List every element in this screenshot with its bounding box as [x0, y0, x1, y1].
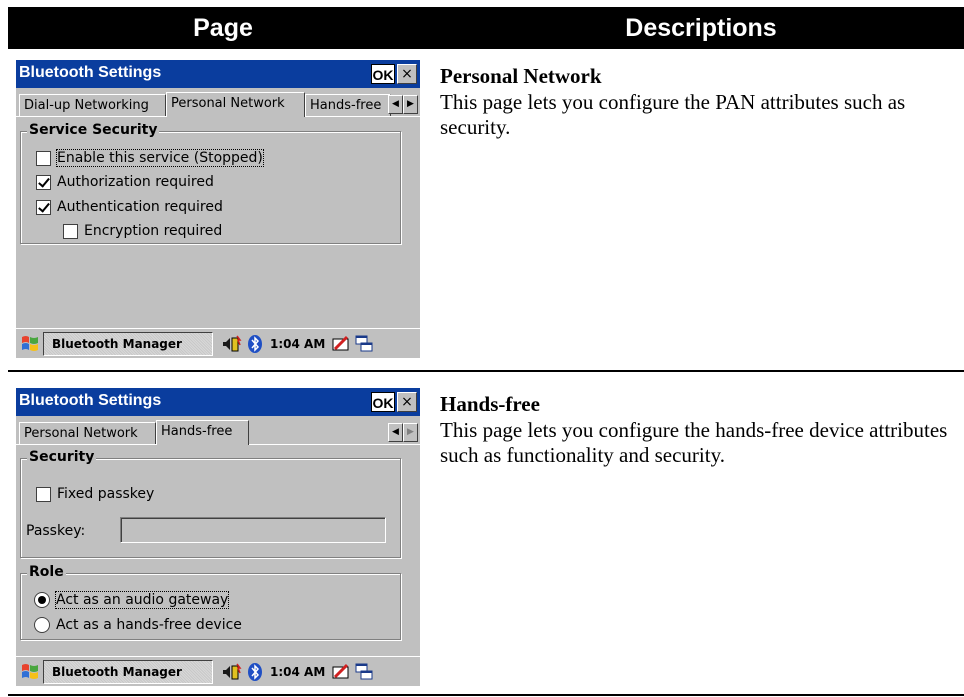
- system-tray: 1:04 AM: [222, 333, 377, 355]
- taskbar-app-button[interactable]: Bluetooth Manager: [43, 660, 213, 684]
- authorization-label: Authorization required: [57, 174, 214, 190]
- screenshot-hands-free: Bluetooth Settings OK × Personal Network…: [16, 388, 420, 686]
- encryption-checkbox[interactable]: [63, 223, 78, 239]
- ok-button[interactable]: OK: [371, 392, 395, 412]
- screenshot-personal-network: Bluetooth Settings OK × Dial-up Networki…: [16, 60, 420, 358]
- fixed-passkey-label: Fixed passkey: [57, 486, 155, 502]
- tab-dialup-networking[interactable]: Dial-up Networking: [19, 94, 166, 116]
- clock[interactable]: 1:04 AM: [270, 337, 325, 351]
- passkey-input[interactable]: [120, 517, 386, 543]
- volume-battery-icon[interactable]: [222, 334, 242, 354]
- fixed-passkey-checkbox[interactable]: [36, 486, 51, 502]
- row-description-hands-free: This page lets you configure the hands-f…: [440, 418, 948, 467]
- tab-personal-network[interactable]: Personal Network: [166, 92, 305, 117]
- close-button[interactable]: ×: [397, 392, 417, 412]
- window-titlebar: Bluetooth Settings OK ×: [16, 60, 420, 88]
- column-header-page: Page: [193, 14, 253, 42]
- audio-gateway-radio-row[interactable]: Act as an audio gateway: [34, 590, 230, 610]
- input-panel-icon[interactable]: [331, 334, 351, 354]
- close-button[interactable]: ×: [397, 64, 417, 84]
- tab-hands-free[interactable]: Hands-free: [156, 420, 249, 445]
- tab-personal-network[interactable]: Personal Network: [19, 422, 156, 444]
- authorization-checkbox[interactable]: [36, 174, 51, 190]
- security-group: Security: [20, 448, 401, 558]
- clock[interactable]: 1:04 AM: [270, 665, 325, 679]
- row-title-personal-network: Personal Network: [440, 64, 602, 88]
- row-description-personal-network: This page lets you configure the PAN att…: [440, 90, 906, 139]
- passkey-label: Passkey:: [26, 523, 86, 539]
- authentication-checkbox-row[interactable]: Authentication required: [36, 197, 223, 217]
- tab-scroll-buttons: ◀ ▶: [388, 95, 418, 114]
- hands-free-device-radio-row[interactable]: Act as a hands-free device: [34, 615, 242, 635]
- authentication-label: Authentication required: [57, 199, 223, 215]
- window-title: Bluetooth Settings: [19, 392, 162, 409]
- tab-scroll-right-icon[interactable]: ▶: [403, 95, 418, 114]
- window-title: Bluetooth Settings: [19, 64, 162, 81]
- start-flag-icon[interactable]: [19, 333, 41, 355]
- hands-free-device-radio[interactable]: [34, 617, 50, 633]
- tab-hands-free[interactable]: Hands-free: [305, 94, 391, 116]
- start-flag-icon[interactable]: [19, 661, 41, 683]
- input-panel-icon[interactable]: [331, 662, 351, 682]
- bluetooth-icon[interactable]: [245, 662, 265, 682]
- fixed-passkey-checkbox-row[interactable]: Fixed passkey: [36, 484, 154, 504]
- row-title-hands-free: Hands-free: [440, 392, 540, 416]
- ok-button[interactable]: OK: [371, 64, 395, 84]
- tab-scroll-left-icon[interactable]: ◀: [388, 95, 403, 114]
- tab-scroll-left-icon[interactable]: ◀: [388, 423, 403, 442]
- system-tray: 1:04 AM: [222, 661, 377, 683]
- audio-gateway-radio[interactable]: [34, 592, 50, 608]
- group-label: Security: [27, 448, 97, 466]
- window-switch-icon[interactable]: [354, 334, 374, 354]
- enable-service-label: Enable this service (Stopped): [56, 149, 264, 167]
- taskbar: Bluetooth Manager 1:04 AM: [16, 328, 420, 358]
- authentication-checkbox[interactable]: [36, 199, 51, 215]
- taskbar: Bluetooth Manager 1:04 AM: [16, 656, 420, 686]
- encryption-checkbox-row[interactable]: Encryption required: [63, 221, 222, 241]
- encryption-label: Encryption required: [84, 223, 223, 239]
- table-header: Page Descriptions: [8, 7, 964, 49]
- volume-battery-icon[interactable]: [222, 662, 242, 682]
- window-titlebar: Bluetooth Settings OK ×: [16, 388, 420, 416]
- window-switch-icon[interactable]: [354, 662, 374, 682]
- bluetooth-icon[interactable]: [245, 334, 265, 354]
- group-label: Role: [27, 563, 66, 581]
- group-label: Service Security: [27, 121, 160, 139]
- hands-free-device-label: Act as a hands-free device: [56, 617, 242, 633]
- row-divider: [8, 370, 964, 372]
- table-bottom-rule: [8, 694, 964, 696]
- taskbar-app-button[interactable]: Bluetooth Manager: [43, 332, 213, 356]
- audio-gateway-label: Act as an audio gateway: [54, 591, 230, 609]
- enable-service-checkbox[interactable]: [36, 150, 51, 166]
- tab-scroll-right-icon[interactable]: ▶: [403, 423, 418, 442]
- authorization-checkbox-row[interactable]: Authorization required: [36, 172, 214, 192]
- enable-service-checkbox-row[interactable]: Enable this service (Stopped): [36, 148, 264, 168]
- column-header-descriptions: Descriptions: [625, 14, 777, 42]
- tab-scroll-buttons: ◀ ▶: [388, 423, 418, 442]
